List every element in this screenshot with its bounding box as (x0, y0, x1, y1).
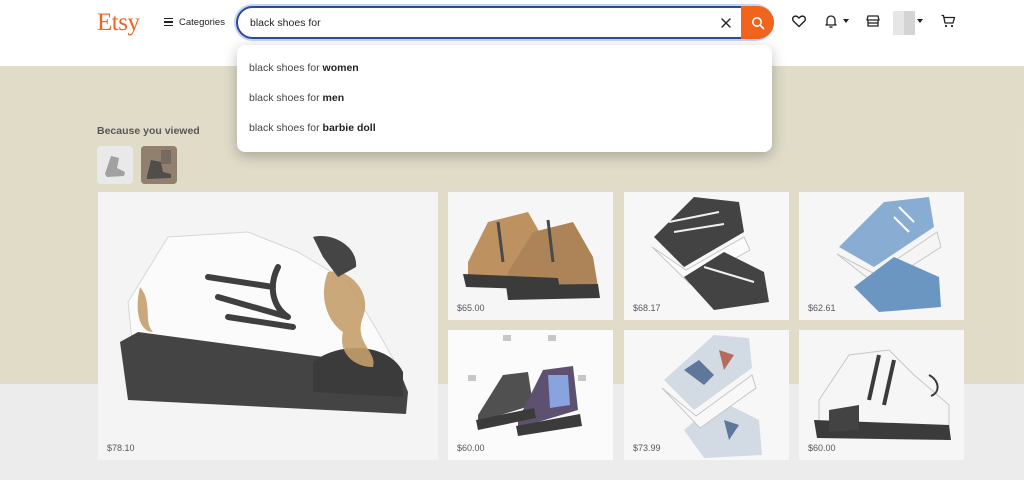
suggestion-item[interactable]: black shoes for barbie doll (249, 122, 376, 138)
account-dropdown-caret[interactable] (917, 19, 923, 23)
search-input[interactable] (250, 15, 690, 31)
categories-label: Categories (179, 16, 225, 28)
product-price: $73.99 (633, 443, 661, 453)
product-image (468, 335, 586, 436)
shop-icon[interactable] (865, 13, 881, 29)
viewed-item-thumbnail[interactable] (97, 146, 133, 184)
clear-icon[interactable] (718, 15, 734, 31)
etsy-logo[interactable]: Etsy (97, 9, 140, 37)
product-price: $62.61 (808, 303, 836, 313)
product-image (661, 335, 762, 458)
product-price: $60.00 (808, 443, 836, 453)
product-image (836, 197, 942, 312)
product-image (814, 349, 951, 440)
suggestion-item[interactable]: black shoes for men (249, 92, 344, 108)
product-image (651, 197, 769, 310)
product-price: $60.00 (457, 443, 485, 453)
suggestion-item[interactable]: black shoes for women (249, 62, 359, 78)
section-title: Because you viewed (97, 125, 200, 137)
product-card[interactable]: $65.00 (448, 192, 613, 320)
product-image (463, 212, 600, 300)
product-price: $68.17 (633, 303, 661, 313)
heart-icon[interactable] (791, 13, 807, 29)
product-card[interactable]: $60.00 (799, 330, 964, 460)
notifications-dropdown-caret[interactable] (843, 19, 849, 23)
bell-icon[interactable] (823, 13, 839, 29)
categories-button[interactable]: Categories (164, 14, 225, 30)
search-suggestions-dropdown: black shoes for women black shoes for me… (237, 45, 772, 152)
product-price: $65.00 (457, 303, 485, 313)
search-icon (751, 16, 764, 29)
search-button[interactable] (741, 6, 774, 39)
product-card[interactable]: $62.61 (799, 192, 964, 320)
avatar[interactable] (893, 11, 915, 35)
product-image (120, 231, 408, 414)
product-card[interactable]: $73.99 (624, 330, 789, 460)
viewed-item-thumbnail[interactable] (141, 146, 177, 184)
product-price: $78.10 (107, 443, 135, 453)
product-card[interactable]: $78.10 (98, 192, 438, 460)
menu-icon (164, 18, 173, 26)
product-card[interactable]: $68.17 (624, 192, 789, 320)
product-card[interactable]: $60.00 (448, 330, 613, 460)
cart-icon[interactable] (940, 13, 956, 29)
search-bar (236, 6, 774, 39)
